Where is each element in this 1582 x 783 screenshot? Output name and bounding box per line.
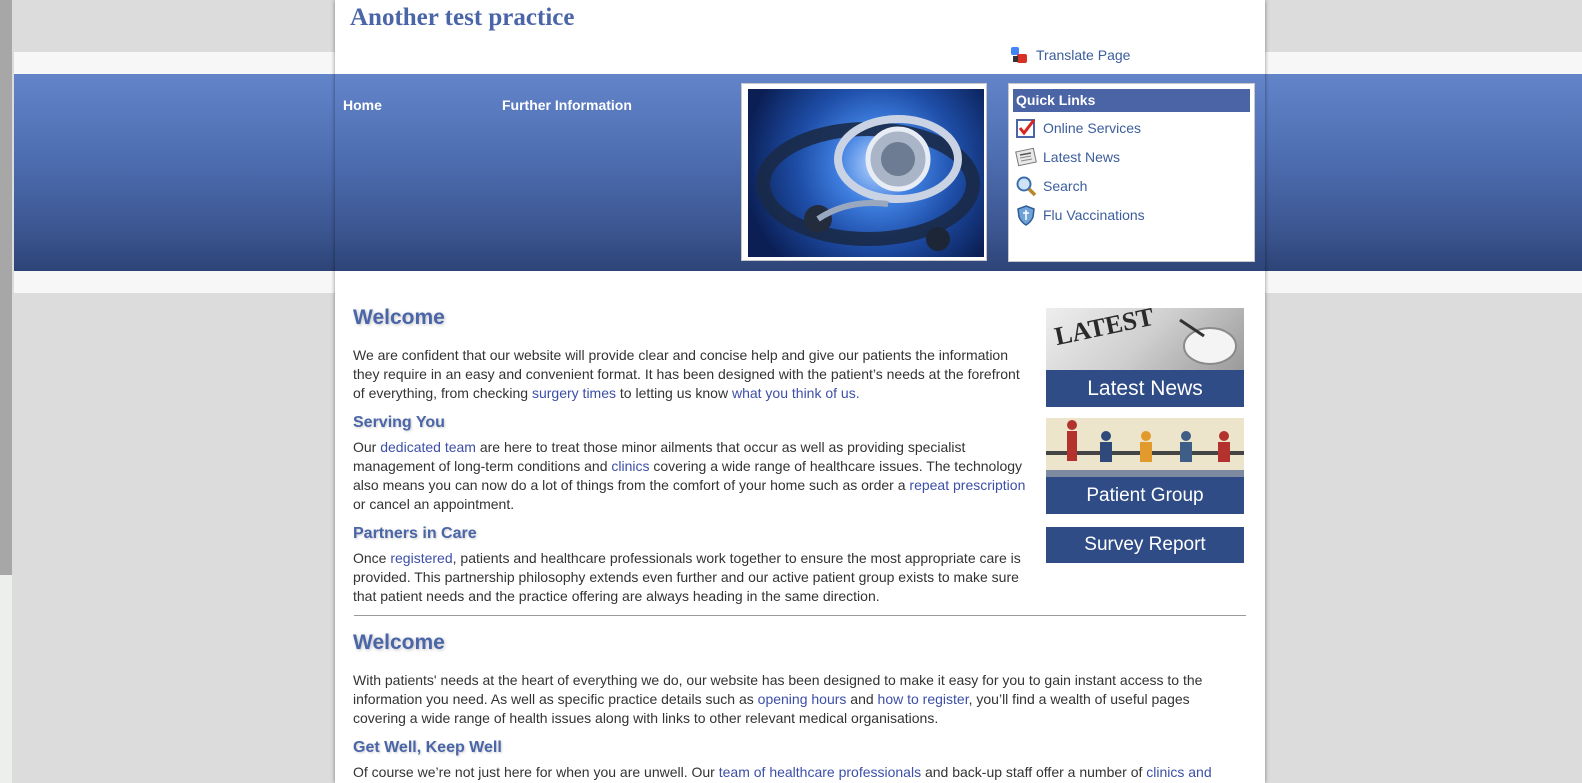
welcome-heading: Welcome	[353, 306, 445, 329]
survey-report-promo[interactable]: Survey Report	[1046, 527, 1244, 563]
latest-news-promo[interactable]: LATEST Latest News	[1046, 308, 1244, 407]
quick-links-panel: Quick Links Online Services Latest News …	[1008, 83, 1255, 262]
quick-link-flu-vaccinations[interactable]: Flu Vaccinations	[1015, 204, 1145, 226]
quick-links-heading: Quick Links	[1013, 89, 1250, 112]
quick-link-label: Search	[1043, 178, 1088, 194]
site-title[interactable]: Another test practice	[350, 4, 574, 32]
serving-you-heading: Serving You	[353, 414, 445, 431]
quick-link-label: Flu Vaccinations	[1043, 207, 1145, 223]
healthcare-team-link[interactable]: team of healthcare professionals	[719, 764, 921, 780]
serving-you-paragraph: Our dedicated team are here to treat tho…	[353, 439, 1026, 512]
partners-in-care-heading: Partners in Care	[353, 525, 477, 542]
latest-news-label: Latest News	[1046, 370, 1244, 407]
translate-page-link[interactable]: Translate Page	[1010, 46, 1130, 64]
patient-group-label: Patient Group	[1046, 477, 1244, 514]
partners-paragraph: Once registered, patients and healthcare…	[353, 550, 1021, 604]
header-photo	[741, 83, 987, 261]
welcome-heading-2: Welcome	[353, 631, 445, 654]
repeat-prescription-link[interactable]: repeat prescription	[909, 477, 1025, 493]
newspaper-image: LATEST	[1046, 308, 1244, 370]
meeting-illustration	[1046, 418, 1244, 477]
newspaper-icon	[1015, 147, 1037, 167]
window-scrollbar[interactable]	[0, 0, 12, 575]
clinics-link[interactable]: clinics	[611, 458, 649, 474]
quick-link-online-services[interactable]: Online Services	[1015, 117, 1141, 139]
quick-link-label: Latest News	[1043, 149, 1121, 165]
scrollbar-track	[0, 575, 12, 783]
quick-link-label: Online Services	[1043, 120, 1142, 136]
mouse-icon	[1179, 318, 1237, 365]
welcome-paragraph: We are confident that our website will p…	[353, 347, 1020, 401]
shield-icon	[1017, 205, 1035, 226]
feedback-link[interactable]: what you think of us.	[732, 385, 860, 401]
checklist-icon	[1016, 119, 1036, 138]
get-well-paragraph: Of course we’re not just here for when y…	[353, 764, 1212, 780]
magnifier-icon	[1016, 176, 1037, 197]
nav-home[interactable]: Home	[343, 97, 382, 113]
opening-hours-link[interactable]: opening hours	[758, 691, 847, 707]
clinics-and-link[interactable]: clinics and	[1146, 764, 1211, 780]
stethoscope-image	[748, 89, 984, 257]
registered-link[interactable]: registered	[390, 550, 452, 566]
quick-link-latest-news[interactable]: Latest News	[1015, 146, 1120, 168]
how-to-register-link[interactable]: how to register	[878, 691, 969, 707]
surgery-times-link[interactable]: surgery times	[532, 385, 616, 401]
survey-report-label: Survey Report	[1046, 527, 1244, 563]
patient-group-promo[interactable]: Patient Group	[1046, 418, 1244, 514]
newspaper-banner-text: LATEST	[1051, 308, 1157, 352]
translate-page-label: Translate Page	[1036, 47, 1131, 63]
section-divider	[354, 615, 1246, 616]
google-translate-icon	[1010, 46, 1028, 64]
quick-link-search[interactable]: Search	[1015, 175, 1087, 197]
dedicated-team-link[interactable]: dedicated team	[380, 439, 476, 455]
welcome-paragraph-2: With patients' needs at the heart of eve…	[353, 672, 1203, 726]
get-well-heading: Get Well, Keep Well	[353, 739, 502, 756]
nav-further-information[interactable]: Further Information	[502, 97, 632, 113]
